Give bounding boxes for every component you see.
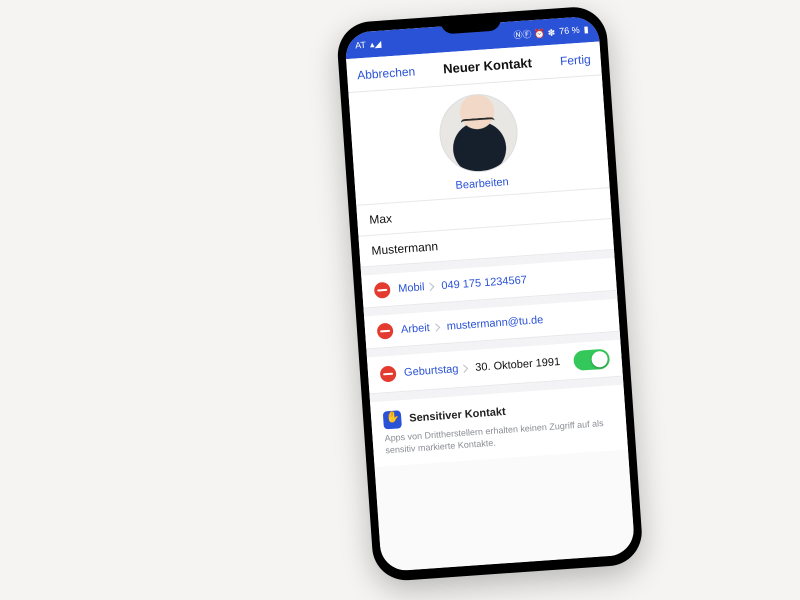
email-value[interactable]: mustermann@tu.de <box>446 310 607 333</box>
battery-icon: ▮ <box>583 24 589 35</box>
chevron-right-icon <box>426 283 434 291</box>
sensitive-title: Sensitiver Kontakt <box>409 406 506 425</box>
battery-label: 76 % <box>559 25 580 36</box>
signal-icon: ▴◢ <box>370 38 382 50</box>
page-title: Neuer Kontakt <box>443 55 533 76</box>
chevron-right-icon <box>460 364 468 372</box>
status-icons: ⓃⒻ ⏰ ✽ <box>513 25 556 41</box>
cancel-button[interactable]: Abbrechen <box>357 64 416 82</box>
last-name-value: Mustermann <box>371 239 439 258</box>
done-button[interactable]: Fertig <box>560 52 592 68</box>
hand-icon <box>383 410 402 429</box>
edit-photo-button[interactable]: Bearbeiten <box>455 176 509 192</box>
birthday-value[interactable]: 30. Oktober 1991 <box>475 356 566 374</box>
phone-frame: AT ▴◢ ⓃⒻ ⏰ ✽ 76 % ▮ Abbrechen Neuer Kont… <box>336 5 644 582</box>
birthday-toggle[interactable] <box>573 349 610 371</box>
phone-value[interactable]: 049 175 1234567 <box>441 269 604 292</box>
email-type-picker[interactable]: Arbeit <box>401 321 439 336</box>
remove-icon[interactable] <box>374 282 391 299</box>
first-name-value: Max <box>369 211 393 227</box>
birthday-type-picker[interactable]: Geburtstag <box>404 362 468 378</box>
content-scroll[interactable]: Bearbeiten Max Mustermann Mobil <box>348 75 635 572</box>
chevron-right-icon <box>432 323 440 331</box>
avatar[interactable] <box>437 91 520 174</box>
screen: AT ▴◢ ⓃⒻ ⏰ ✽ 76 % ▮ Abbrechen Neuer Kont… <box>344 16 635 572</box>
remove-icon[interactable] <box>377 323 394 340</box>
remove-icon[interactable] <box>380 365 397 382</box>
phone-type-picker[interactable]: Mobil <box>398 281 434 295</box>
carrier-label: AT <box>355 40 367 51</box>
